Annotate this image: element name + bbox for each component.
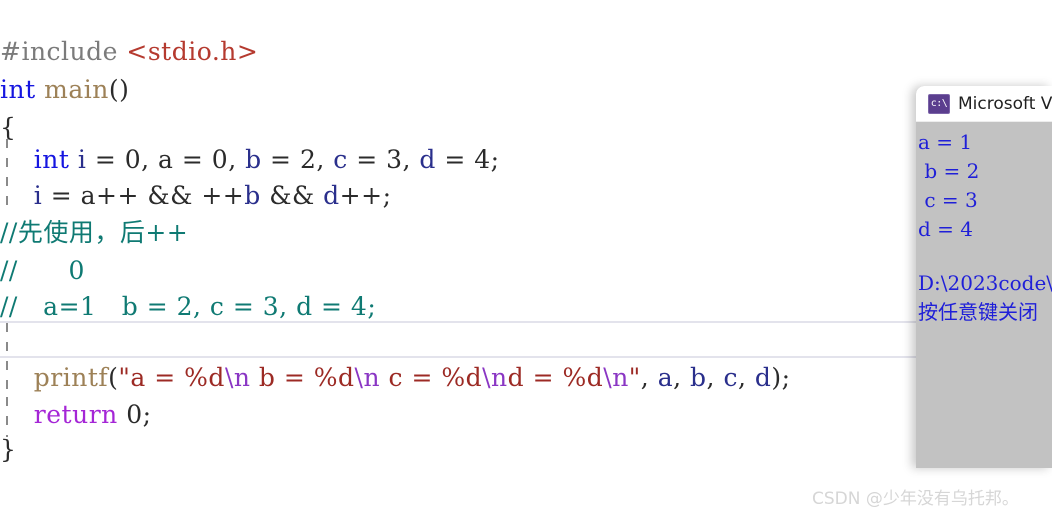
line-include[interactable]: #include <stdio.h>	[0, 33, 258, 71]
line-printf[interactable]: printf("a = %d\n b = %d\n c = %d\nd = %d…	[0, 359, 791, 397]
console-output-area[interactable]: a = 1 b = 2 c = 3 d = 4 D:\2023code\ 按任意键关闭	[916, 122, 1052, 468]
line-comment-values[interactable]: // a=1 b = 2, c = 3, d = 4;	[0, 288, 376, 326]
csdn-watermark: CSDN @少年没有乌托邦。	[812, 489, 1019, 509]
token: //先使用，后++	[0, 218, 189, 247]
token: // 0	[0, 256, 85, 285]
token: }	[0, 435, 17, 464]
console-window-title: Microsoft Vi	[958, 93, 1052, 114]
console-terminal-icon: c:\	[928, 93, 950, 114]
code-editor-pane[interactable]: #include <stdio.h> int main(){ int i = 0,…	[0, 0, 1052, 514]
line-comment-zero[interactable]: // 0	[0, 252, 85, 290]
line-close-brace[interactable]: }	[0, 431, 16, 469]
token: b	[690, 363, 707, 392]
token: "	[628, 363, 641, 392]
token: = 2,	[261, 145, 334, 174]
line-expr[interactable]: i = a++ && ++b && d++;	[0, 177, 392, 215]
console-titlebar[interactable]: c:\ Microsoft Vi	[916, 86, 1052, 122]
console-output-line: c = 3	[918, 188, 978, 212]
token: \n	[224, 363, 251, 392]
token: = 0, a = 0,	[86, 145, 246, 174]
token: );	[771, 363, 791, 392]
console-output-line: D:\2023code\	[918, 271, 1052, 295]
token: d	[419, 145, 436, 174]
token: return	[33, 400, 118, 429]
line-comment-cn[interactable]: //先使用，后++	[0, 214, 188, 252]
token: // a=1 b = 2, c = 3, d = 4;	[0, 292, 377, 321]
token: = 3,	[347, 145, 420, 174]
token: <stdio.h>	[126, 37, 259, 66]
current-line-highlight	[0, 321, 1052, 358]
token: &&	[260, 181, 324, 210]
token: main	[44, 75, 109, 104]
token: (	[108, 363, 119, 392]
line-return[interactable]: return 0;	[0, 396, 152, 434]
token: ,	[640, 363, 658, 392]
token: \n	[603, 363, 629, 392]
line-main[interactable]: int main()	[0, 71, 129, 109]
token: int	[33, 145, 70, 174]
token: printf	[33, 363, 109, 392]
token: = a++ && ++	[42, 181, 245, 210]
token: d = %d	[507, 363, 604, 392]
token: "a = %d	[118, 363, 225, 392]
token: c	[723, 363, 738, 392]
token: \n	[482, 363, 508, 392]
token: ,	[706, 363, 724, 392]
token: ()	[108, 75, 130, 104]
token: b	[245, 145, 262, 174]
token: {	[0, 113, 17, 142]
token: a	[657, 363, 674, 392]
token: \n	[354, 363, 381, 392]
token: ,	[673, 363, 691, 392]
token: c = %d	[380, 363, 483, 392]
token: d	[754, 363, 772, 392]
token: b	[244, 181, 261, 210]
token: ++;	[339, 181, 392, 210]
token: = 4;	[435, 145, 500, 174]
console-output-line: a = 1	[918, 130, 973, 154]
token: d	[323, 181, 340, 210]
line-decl[interactable]: int i = 0, a = 0, b = 2, c = 3, d = 4;	[0, 141, 500, 179]
console-output-line: d = 4	[918, 217, 973, 241]
token: 0;	[126, 400, 152, 429]
console-output-line: 按任意键关闭	[918, 300, 1038, 324]
console-window[interactable]: c:\ Microsoft Vi a = 1 b = 2 c = 3 d = 4 D…	[916, 86, 1052, 468]
token: ,	[737, 363, 755, 392]
token: c	[333, 145, 348, 174]
token: #include	[0, 37, 127, 66]
console-output-line: b = 2	[918, 159, 980, 183]
token: int	[0, 75, 36, 104]
token: b = %d	[250, 363, 355, 392]
